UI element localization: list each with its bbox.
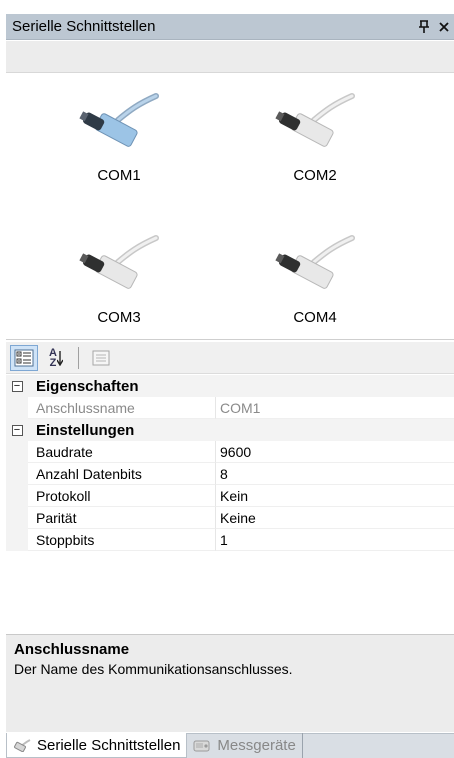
property-value[interactable]: Keine [216,507,454,529]
collapse-icon[interactable]: − [11,380,23,392]
port-label-com2: COM2 [293,167,337,184]
property-name: Anschlussname [28,397,216,419]
serial-port-icon [275,235,355,289]
property-row-datenbits[interactable]: Anzahl Datenbits 8 [6,463,454,485]
description-title: Anschlussname [14,641,130,658]
property-value[interactable]: 9600 [216,441,454,463]
property-name: Parität [28,507,216,529]
property-name: Protokoll [28,485,216,507]
property-grid-toolbar: A Z [6,342,454,374]
description-pane: Anschlussname Der Name des Kommunikation… [6,634,454,732]
port-item-com1[interactable]: COM1 [64,90,174,200]
panel-title-bar: Serielle Schnittstellen [6,14,454,40]
category-eigenschaften[interactable]: − Eigenschaften [6,375,454,397]
property-row-baudrate[interactable]: Baudrate 9600 [6,441,454,463]
tab-label: Serielle Schnittstellen [37,736,181,754]
bottom-tab-strip: Serielle Schnittstellen Messgeräte [6,733,454,758]
property-grid: − Eigenschaften Anschlussname COM1 − Ein… [6,375,454,633]
alphabetical-view-button[interactable]: A Z [42,345,70,371]
sort-arrow-icon [56,350,63,366]
property-row-stoppbits[interactable]: Stoppbits 1 [6,529,454,551]
measuring-device-icon [193,740,210,751]
property-name: Anzahl Datenbits [28,463,216,485]
property-pages-icon [92,350,110,365]
port-item-com3[interactable]: COM3 [64,232,174,342]
property-value[interactable]: 1 [216,529,454,551]
property-pages-button[interactable] [87,345,115,371]
toolbar-separator [78,346,79,369]
serial-cable-icon [14,739,31,752]
property-name: Stoppbits [28,529,216,551]
category-label: Eigenschaften [36,377,139,395]
serial-port-icon [79,235,159,289]
collapse-icon[interactable]: − [11,424,23,436]
category-label: Einstellungen [36,421,135,439]
category-einstellungen[interactable]: − Einstellungen [6,419,454,441]
property-value: COM1 [216,397,454,419]
port-item-com4[interactable]: COM4 [260,232,370,342]
panel-title: Serielle Schnittstellen [12,18,156,35]
tab-label: Messgeräte [217,737,296,754]
port-label-com4: COM4 [293,309,337,326]
close-icon[interactable] [434,16,454,38]
categorized-icon [14,349,34,366]
property-row-paritaet[interactable]: Parität Keine [6,507,454,529]
port-label-com3: COM3 [97,309,141,326]
port-label-com1: COM1 [97,167,141,184]
panel-header-strip [6,41,454,73]
sort-az-icon: A Z [49,346,57,369]
pin-icon[interactable] [414,16,434,38]
port-list: COM1 COM2 COM3 COM4 [6,74,454,340]
property-row-protokoll[interactable]: Protokoll Kein [6,485,454,507]
tab-serielle-schnittstellen[interactable]: Serielle Schnittstellen [6,733,188,758]
serial-port-icon [79,93,159,147]
property-row-anschlussname[interactable]: Anschlussname COM1 [6,397,454,419]
categorized-view-button[interactable] [10,344,38,371]
property-value[interactable]: 8 [216,463,454,485]
serial-port-icon [275,93,355,147]
port-item-com2[interactable]: COM2 [260,90,370,200]
property-name: Baudrate [28,441,216,463]
tab-messgeraete[interactable]: Messgeräte [187,733,303,758]
property-value[interactable]: Kein [216,485,454,507]
description-text: Der Name des Kommunikationsanschlusses. [14,661,293,677]
